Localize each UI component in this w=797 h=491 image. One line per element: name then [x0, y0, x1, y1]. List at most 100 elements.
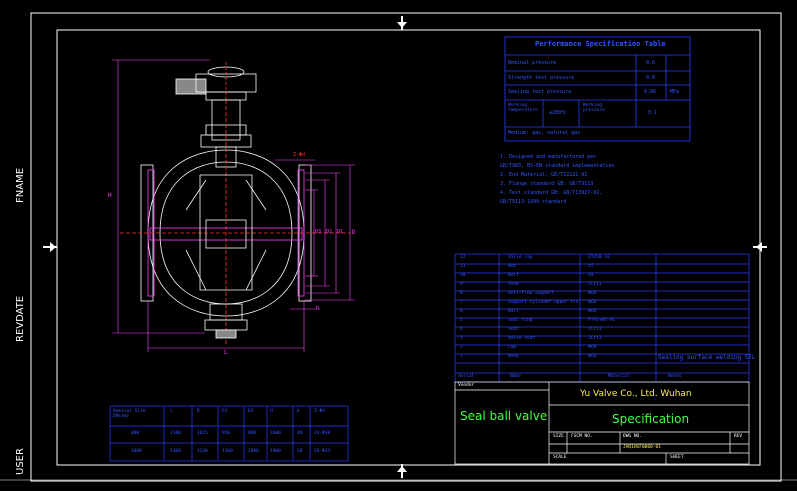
perf-row-3-label: Sealing test pressure [508, 89, 572, 95]
dim-table-cell-1-2: 1230 [197, 449, 208, 454]
parts-row-3-material: 2Cr13 [588, 336, 602, 341]
parts-row-10-no: 10 [460, 273, 466, 278]
dim-table-cell-1-5: 1900 [270, 449, 281, 454]
note-line-5: 4. Test standard GB: GB/T13927-92, [500, 190, 603, 196]
dim-table-cell-1-7: 28-Φ33 [314, 449, 331, 454]
parts-row-9-no: 9 [460, 282, 463, 287]
parts-row-10-material: 35 [588, 273, 594, 278]
dim-table-cell-1-1: 1300 [170, 449, 181, 454]
fname-label: FNAME [15, 167, 26, 203]
center-marker-left-icon [43, 242, 57, 252]
valve-drawing [120, 62, 350, 345]
note-line-1: 1. Designed and manufactured per [500, 154, 597, 160]
parts-row-12-material: QT450-10 [588, 255, 610, 260]
parts-row-1-no: 1 [460, 354, 463, 359]
dim-table-header-3: D1 [222, 409, 228, 414]
perf-row-2-label: Strength test pressure [508, 75, 575, 81]
note-line-2: GB/T983, BS-EN standard implementation [500, 163, 615, 169]
parts-row-5-name: Seal ring [508, 318, 533, 323]
dim-table-cell-0-7: 24-Φ30 [314, 431, 331, 436]
parts-row-1-name: Body [508, 354, 519, 359]
perf-working-temp-value: ≤200℃ [549, 110, 567, 116]
parts-row-2-name: Cap [508, 345, 517, 350]
parts-row-5-no: 5 [460, 318, 463, 323]
parts-row-8-no: 8 [460, 291, 463, 296]
parts-row-2-no: 2 [460, 345, 463, 350]
perf-row-2-value: 0.9 [646, 75, 656, 81]
revdate-label: REVDATE [15, 295, 26, 342]
user-label: USER [15, 448, 26, 475]
dim-label-d2: D2 [326, 229, 333, 235]
dim-table-cell-1-3: 1160 [222, 449, 233, 454]
perf-working-pressure-label: Working pressure [583, 103, 605, 113]
dim-label-h: H [108, 192, 112, 199]
parts-row-8-name: Anti-flow support [508, 291, 555, 296]
parts-row-12-no: 12 [460, 255, 466, 260]
dim-table-cell-0-4: 890 [248, 431, 257, 436]
parts-header-material: Material [608, 374, 630, 379]
dim-table-header-7: Z-Φd [314, 409, 325, 414]
parts-row-3-name: Valve seat [508, 336, 536, 341]
dim-label-d3: D3 [315, 229, 322, 235]
parts-row-11-no: 11 [460, 264, 466, 269]
dwg-number: JHQ1HGF0000-01 [623, 445, 661, 450]
fscm-label: FSCM NO. [571, 434, 593, 439]
note-line-4: 3. Flange standard GB: GB/T9113 [500, 181, 594, 187]
parts-row-11-name: Nut [508, 264, 517, 269]
dim-table-cell-0-3: 950 [222, 431, 231, 436]
note-line-6: GB/T9113-1999 standard [500, 199, 567, 205]
note-line-3: 2. End Material: GB/T12221-91 [500, 172, 588, 178]
product-name: Seal ball valve [460, 409, 548, 423]
perf-medium: Medium: gas, natural gas [508, 130, 581, 136]
parts-row-1-material: WCB [588, 354, 597, 359]
performance-table-title: Performance Specification Table [535, 40, 666, 48]
dim-table-cell-0-0: 800 [131, 431, 140, 436]
parts-row-7-material: WCB [588, 300, 597, 305]
parts-row-12-name: Valve cap [508, 255, 533, 260]
parts-row-6-material: WCB [588, 309, 597, 314]
size-label: SIZE [553, 434, 564, 439]
dim-label-d: D [352, 229, 356, 236]
dim-table-cell-1-6: 50 [297, 449, 303, 454]
parts-row-7-no: 7 [460, 300, 463, 305]
parts-row-10-name: Bolt [508, 273, 519, 278]
perf-row-1-label: Nominal pressure [508, 60, 557, 66]
parts-row-9-material: 2Cr13 [588, 282, 602, 287]
dim-table-cell-0-2: 1015 [197, 431, 208, 436]
parts-row-6-no: 6 [460, 309, 463, 314]
parts-header-no: Serial [458, 374, 475, 379]
parts-row-6-name: Ball [508, 309, 519, 314]
parts-row-2-material: WCB [588, 345, 597, 350]
dim-table-header-0: Nominal Size DN(mm) [113, 409, 146, 419]
dim-table-cell-1-0: 1000 [131, 449, 142, 454]
perf-working-pressure-value: 0.1 [648, 110, 658, 116]
center-marker-bottom-icon [397, 464, 407, 478]
parts-row-7-name: Support cylinder upper fix [508, 300, 579, 305]
doc-type: Specification [612, 412, 690, 426]
dim-label-z-d: Z-Φd [293, 152, 306, 158]
dim-table-cell-0-6: 40 [297, 431, 303, 436]
parts-row-11-material: 45 [588, 264, 594, 269]
dim-label-b: b [316, 305, 320, 311]
dim-table-header-1: L [170, 409, 173, 414]
vendor-label: Vendor [458, 383, 475, 388]
dim-table-cell-0-1: 1100 [170, 431, 181, 436]
company-name: Yu Valve Co., Ltd. Wuhan [580, 389, 692, 399]
sheet-label: SHEET [670, 455, 684, 460]
dwg-label: DWG NO. [623, 434, 642, 439]
scale-label: SCALE [553, 455, 567, 460]
perf-unit: MPa [670, 89, 680, 95]
rev-label: REV [734, 434, 743, 439]
parts-header-note: Notes [668, 374, 682, 379]
parts-row-8-material: WCB [588, 291, 597, 296]
perf-row-1-value: 0.6 [646, 60, 656, 66]
dim-table-header-4: D2 [248, 409, 254, 414]
parts-row-9-name: Stem [508, 282, 519, 287]
perf-working-temp-label: Working temperature [508, 103, 538, 113]
dim-label-d1: D1 [337, 229, 344, 235]
inner-frame [56, 29, 761, 466]
dim-table-cell-1-4: 1090 [248, 449, 259, 454]
dim-label-l: L [224, 349, 228, 356]
dim-table-header-6: b [297, 409, 300, 414]
parts-row-4-material: 2Cr13 [588, 327, 602, 332]
